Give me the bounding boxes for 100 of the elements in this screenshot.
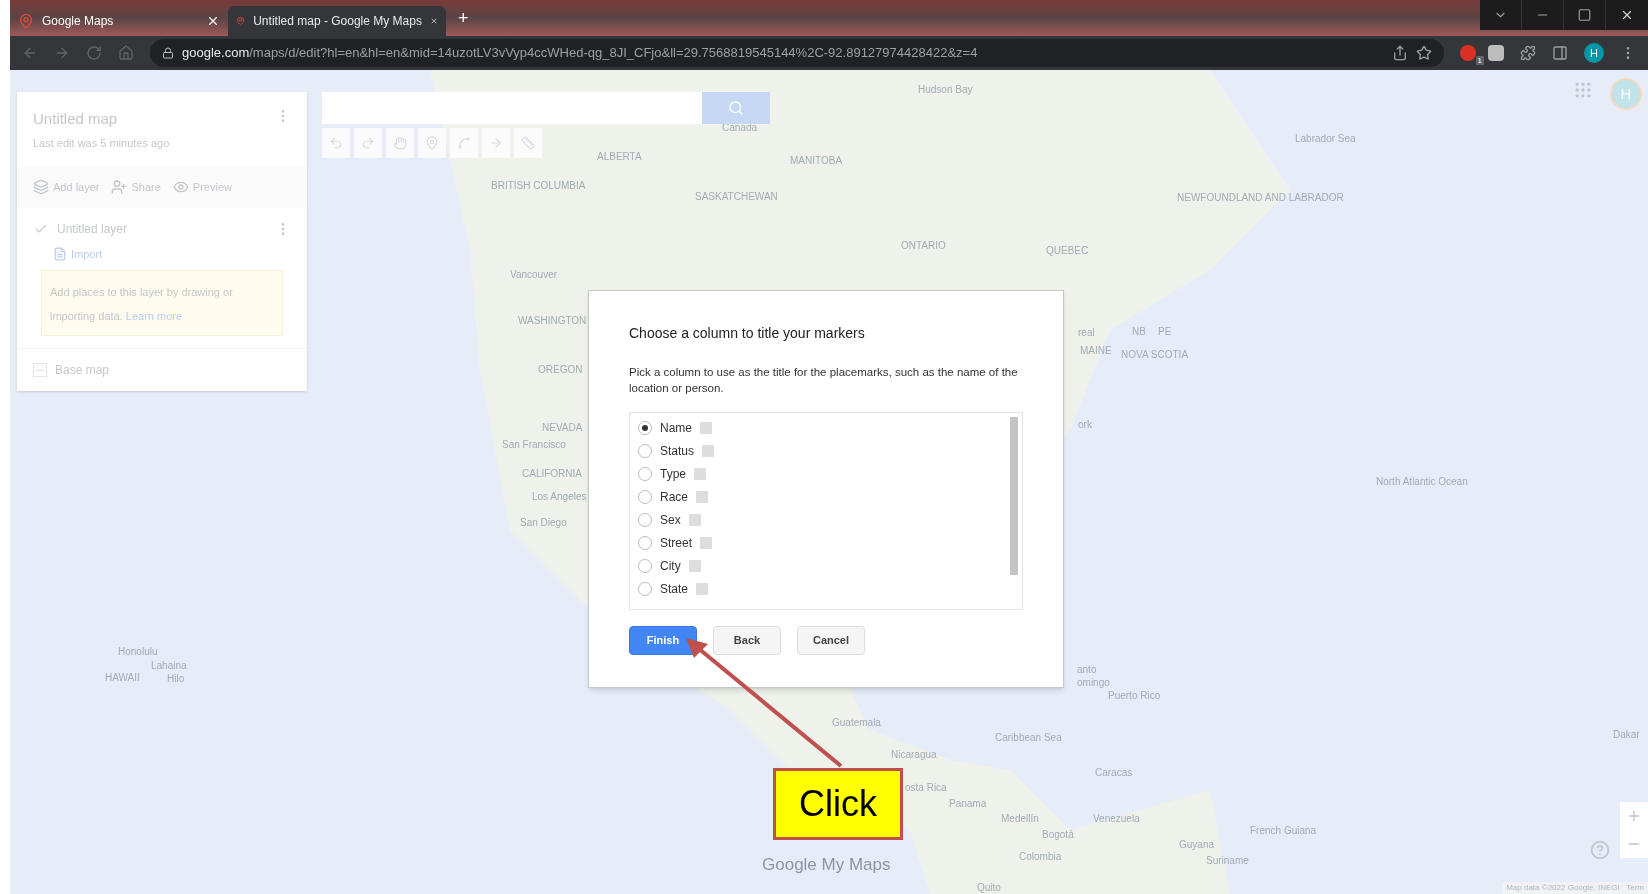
map-label: ONTARIO xyxy=(901,239,946,253)
map-label: Vancouver xyxy=(510,268,558,282)
browser-tab[interactable]: Untitled map - Google My Maps xyxy=(228,6,446,36)
reload-icon[interactable] xyxy=(86,45,102,61)
ruler-icon xyxy=(521,136,535,150)
map-tool-button[interactable] xyxy=(386,128,414,158)
map-label: Guyana xyxy=(1179,838,1215,852)
map-label: Nicaragua xyxy=(891,748,937,762)
map-label: SASKATCHEWAN xyxy=(695,190,778,204)
forward-icon[interactable] xyxy=(54,45,70,61)
zoom-in-icon[interactable] xyxy=(1626,808,1642,824)
map-label: French Guiana xyxy=(1250,824,1317,838)
help-icon[interactable] xyxy=(700,537,712,549)
map-tool-button[interactable] xyxy=(418,128,446,158)
extension-icon[interactable] xyxy=(1459,45,1476,61)
map-label: Bogotá xyxy=(1042,828,1074,842)
map-label: Medellín xyxy=(1001,812,1039,826)
map-label: BRITISH COLUMBIA xyxy=(491,179,586,193)
new-tab-button[interactable]: + xyxy=(458,5,469,32)
map-label: Hudson Bay xyxy=(918,83,973,97)
map-label: real xyxy=(1078,326,1095,340)
map-label: Quito xyxy=(977,881,1001,894)
map-label: PE xyxy=(1158,325,1172,339)
profile-avatar[interactable]: H xyxy=(1584,43,1604,63)
help-icon[interactable] xyxy=(688,560,701,572)
back-icon[interactable] xyxy=(22,45,38,61)
map-pin-icon xyxy=(18,13,34,29)
finish-button[interactable]: Finish xyxy=(629,626,697,655)
help-icon[interactable] xyxy=(702,445,715,457)
map-label: osta Rica xyxy=(905,781,947,795)
column-name[interactable]: Type xyxy=(660,465,686,483)
side-panel-icon[interactable] xyxy=(1552,45,1568,61)
map-label: Guatemala xyxy=(832,716,881,730)
map-label: MAINE xyxy=(1080,344,1112,358)
dialog-button[interactable]: Back xyxy=(713,626,781,655)
map-tool-button[interactable] xyxy=(482,128,510,158)
search-field[interactable] xyxy=(322,92,702,124)
marker-icon xyxy=(425,136,439,150)
map-label: HAWAII xyxy=(105,671,140,685)
column-name[interactable]: Sex xyxy=(660,511,681,529)
map-tool-button[interactable] xyxy=(322,128,350,158)
column-name[interactable]: State xyxy=(660,580,689,598)
map-label: Lahaina xyxy=(151,659,187,673)
extension-icon[interactable] xyxy=(1488,45,1504,61)
line-icon xyxy=(457,136,471,150)
tab-title: Untitled map - Google My Maps xyxy=(253,13,422,30)
map-label: Caribbean Sea xyxy=(995,731,1062,745)
map-label: MANITOBA xyxy=(790,154,843,168)
column-name[interactable]: Name xyxy=(660,419,692,437)
address-bar[interactable]: google.com/maps/d/edit?hl=en&hl=en&mid=14uzotLV3vVyp4ccWHed-qg_8JI_CFjo&ll=29.7568819545144%2C-92.89127974428422&z=4 xyxy=(150,39,1444,67)
column-name[interactable]: City xyxy=(660,557,681,575)
help-icon[interactable] xyxy=(696,491,708,503)
map-label: NOVA SCOTIA xyxy=(1121,348,1189,362)
browser-tab[interactable]: Google Maps xyxy=(10,6,228,36)
map-label: San Francisco xyxy=(502,438,566,452)
map-label: Labrador Sea xyxy=(1295,132,1356,146)
map-label: San Diego xyxy=(520,516,567,530)
tab-title: Google Maps xyxy=(42,13,115,30)
map-label: QUEBEC xyxy=(1046,244,1089,258)
map-label: Venezuela xyxy=(1093,812,1140,826)
help-icon[interactable] xyxy=(700,422,712,434)
star-icon[interactable] xyxy=(1415,45,1432,61)
help-icon[interactable] xyxy=(1590,840,1610,860)
apps-grid-icon[interactable] xyxy=(1573,80,1593,100)
map-label: North Atlantic Ocean xyxy=(1376,475,1468,489)
column-name[interactable]: Race xyxy=(660,488,688,506)
map-label: Honolulu xyxy=(118,645,158,659)
column-name[interactable]: Status xyxy=(660,442,695,460)
map-label: ork xyxy=(1078,418,1092,432)
map-label: Suriname xyxy=(1206,854,1249,868)
puzzle-icon[interactable] xyxy=(1520,45,1536,61)
help-icon[interactable] xyxy=(696,583,709,595)
search-button[interactable] xyxy=(702,92,770,124)
map-label: NB xyxy=(1132,325,1146,339)
home-icon[interactable] xyxy=(118,45,134,61)
map-label: Caracas xyxy=(1095,766,1133,780)
column-name[interactable]: Street xyxy=(660,534,692,552)
map-tool-button[interactable] xyxy=(514,128,542,158)
dialog-button[interactable]: Cancel xyxy=(797,626,865,655)
search-icon xyxy=(728,100,744,116)
map-tool-button[interactable] xyxy=(354,128,382,158)
lock-icon xyxy=(162,47,174,59)
map-label: Panama xyxy=(949,797,987,811)
share-icon[interactable] xyxy=(1391,45,1408,61)
map-tool-button[interactable] xyxy=(450,128,478,158)
map-label: anto xyxy=(1077,663,1097,677)
dialog-description: Pick a column to use as the title for the placemarks, such as the name of the location or person. xyxy=(629,365,1019,396)
map-label: NEVADA xyxy=(542,421,583,435)
help-icon[interactable] xyxy=(688,514,701,526)
close-icon[interactable] xyxy=(206,14,220,28)
map-label: CALIFORNIA xyxy=(522,467,582,481)
map-label: WASHINGTON xyxy=(518,314,587,328)
map-label: omingo xyxy=(1077,676,1110,690)
map-label: Colombia xyxy=(1019,850,1062,864)
map-label: OREGON xyxy=(538,363,583,377)
extension-badge: 1 xyxy=(1475,56,1484,65)
map-label: NEWFOUNDLAND AND LABRADOR xyxy=(1177,191,1344,205)
help-icon[interactable] xyxy=(694,468,706,480)
base-map-checkbox[interactable] xyxy=(33,363,47,377)
map-label: ALBERTA xyxy=(597,150,642,164)
